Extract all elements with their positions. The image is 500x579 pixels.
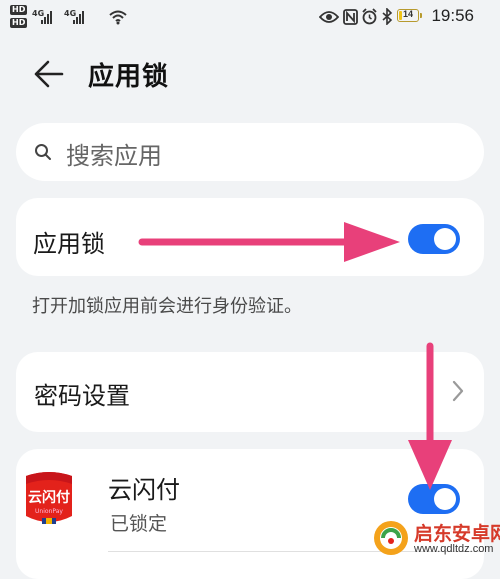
wifi-icon — [109, 10, 127, 25]
clock: 19:56 — [431, 6, 474, 25]
eye-icon — [319, 11, 339, 23]
back-button[interactable] — [28, 56, 68, 92]
status-bar: HD HD 4G 4G 14 19:56 — [0, 0, 500, 36]
app-lock-toggle[interactable] — [408, 224, 460, 254]
hd-badge: HD — [10, 5, 28, 15]
search-icon — [35, 144, 51, 160]
signal-icon — [73, 10, 84, 24]
page-title: 应用锁 — [88, 62, 170, 92]
app-name: 云闪付 — [108, 476, 180, 504]
unionpay-app-icon: 云闪付 UnionPay — [16, 466, 82, 532]
bluetooth-icon — [382, 8, 393, 25]
watermark: 启东安卓网 www.qdltdz.com — [370, 519, 500, 557]
app-lock-label: 应用锁 — [33, 230, 105, 258]
signal-icon — [41, 10, 52, 24]
watermark-url: www.qdltdz.com — [414, 543, 494, 555]
watermark-text: 启东安卓网 — [414, 523, 500, 545]
annotation-arrow-down — [408, 342, 452, 490]
search-placeholder: 搜索应用 — [66, 142, 162, 170]
app-icon-text: 云闪付 — [28, 489, 70, 506]
search-input[interactable]: 搜索应用 — [16, 123, 484, 181]
annotation-arrow-right — [138, 222, 400, 262]
hd-badge: HD — [10, 18, 28, 28]
battery-icon: 14 — [397, 9, 422, 22]
app-lock-status: 已锁定 — [110, 513, 168, 535]
app-lock-description: 打开加锁应用前会进行身份验证。 — [32, 296, 302, 317]
watermark-logo-icon — [374, 521, 408, 555]
alarm-icon — [362, 8, 377, 25]
back-arrow-icon — [34, 60, 64, 88]
app-icon-subtext: UnionPay — [35, 508, 63, 515]
battery-level: 14 — [402, 9, 413, 19]
nfc-icon — [343, 9, 358, 25]
password-settings-label: 密码设置 — [34, 382, 130, 410]
